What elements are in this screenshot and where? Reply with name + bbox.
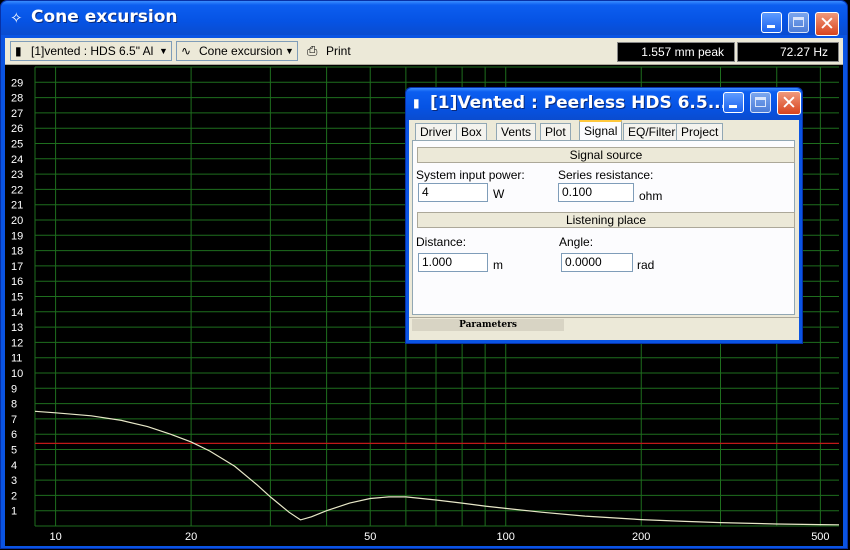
y-tick-label: 5 [11,445,17,457]
status-text: Parameters [412,319,564,331]
maximize-button[interactable] [788,12,809,33]
system-input-power-label: System input power: [416,168,525,182]
maximize-icon [789,13,808,32]
series-resistance-unit: ohm [639,189,663,203]
dialog-minimize-button[interactable] [723,92,744,113]
y-tick-label: 19 [11,230,23,242]
y-tick-label: 27 [11,108,23,120]
y-tick-label: 23 [11,169,23,181]
y-tick-label: 9 [11,383,17,395]
tab-box[interactable]: Box [456,123,487,140]
y-tick-label: 8 [11,399,17,411]
system-input-power-field[interactable]: 4 [418,183,488,202]
angle-field[interactable]: 0.0000 [561,253,633,272]
listening-place-header: Listening place [417,212,795,228]
distance-field[interactable]: 1.000 [418,253,488,272]
y-tick-label: 24 [11,154,23,166]
series-resistance-field[interactable]: 0.100 [558,183,634,202]
y-tick-label: 18 [11,246,23,258]
dialog-status-bar: Parameters [409,317,799,332]
y-tick-label: 1 [11,506,17,518]
minimize-icon [724,93,743,112]
excursion-curve [34,410,840,526]
close-icon: ✕ [781,92,797,114]
y-tick-label: 4 [11,460,17,472]
y-tick-label: 12 [11,337,23,349]
tab-signal[interactable]: Signal [579,120,623,141]
document-icon: ▮ [15,44,22,58]
toolbar: ▮ [1]vented : HDS 6.5" Al ▼ ∿ Cone excur… [5,38,843,65]
signal-source-header: Signal source [417,147,795,163]
dialog-title-bar[interactable]: ▮ [1]Vented : Peerless HDS 6.5... ✕ [406,88,802,120]
y-tick-label: 21 [11,200,23,212]
parameters-dialog: ▮ [1]Vented : Peerless HDS 6.5... ✕ Driv… [405,87,803,344]
frequency-readout: 72.27 Hz [737,42,839,62]
minimize-button[interactable] [761,12,782,33]
close-button[interactable]: ✕ [815,12,839,36]
chevron-down-icon[interactable]: ▼ [156,42,171,60]
y-tick-label: 7 [11,414,17,426]
chevron-down-icon[interactable]: ▼ [282,42,297,60]
x-tick-label: 50 [364,531,376,543]
y-tick-label: 28 [11,93,23,105]
tab-vents[interactable]: Vents [496,123,537,140]
plot-type-select-value: Cone excursion [199,44,283,58]
minimize-icon [762,13,781,32]
y-tick-label: 20 [11,215,23,227]
y-tick-label: 11 [11,353,22,365]
distance-label: Distance: [416,235,467,249]
tab-project[interactable]: Project [676,123,724,140]
y-tick-label: 6 [11,429,17,441]
tab-eq-filter[interactable]: EQ/Filter [623,123,681,140]
peak-readout: 1.557 mm peak [617,42,735,62]
printer-icon: ⎙ [307,43,318,58]
plot-type-select[interactable]: ∿ Cone excursion ▼ [176,41,298,61]
project-select-value: [1]vented : HDS 6.5" Al [31,44,154,58]
dialog-body: Driver Box Vents Plot Signal EQ/Filter P… [409,120,799,340]
x-tick-label: 20 [185,531,197,543]
y-tick-label: 26 [11,123,23,135]
x-tick-label: 100 [497,531,515,543]
angle-label: Angle: [559,235,594,249]
y-tick-label: 25 [11,139,23,151]
x-tick-label: 200 [632,531,650,543]
system-input-power-unit: W [493,187,505,201]
x-tick-label: 10 [49,531,61,543]
y-tick-label: 14 [11,307,23,319]
y-tick-label: 3 [11,475,17,487]
tab-driver[interactable]: Driver [415,123,457,140]
dialog-maximize-button[interactable] [750,92,771,113]
dialog-close-button[interactable]: ✕ [777,91,801,115]
main-title-bar[interactable]: ✧ Cone excursion ✕ [1,1,847,36]
series-resistance-label: Series resistance: [558,168,654,182]
window-title: Cone excursion [31,7,178,27]
y-tick-label: 13 [11,322,23,334]
angle-unit: rad [637,258,655,272]
project-select[interactable]: ▮ [1]vented : HDS 6.5" Al ▼ [10,41,172,61]
document-icon: ▮ [413,96,420,110]
y-tick-label: 29 [11,77,23,89]
close-icon: ✕ [819,13,835,35]
maximize-icon [751,93,770,112]
signal-panel: Signal source System input power: 4 W Se… [412,140,795,315]
waveform-icon: ∿ [181,44,192,58]
y-tick-label: 17 [11,261,23,273]
print-button[interactable]: ⎙ Print [305,41,363,61]
y-tick-label: 10 [11,368,23,380]
y-tick-label: 2 [11,490,17,502]
tab-plot[interactable]: Plot [540,123,571,140]
y-tick-label: 15 [11,292,23,304]
x-tick-label: 500 [811,531,829,543]
print-label: Print [326,44,351,58]
app-icon[interactable]: ✧ [10,9,23,27]
dialog-title: [1]Vented : Peerless HDS 6.5... [430,93,728,113]
y-tick-label: 22 [11,184,23,196]
y-tick-label: 16 [11,276,23,288]
distance-unit: m [493,258,503,272]
